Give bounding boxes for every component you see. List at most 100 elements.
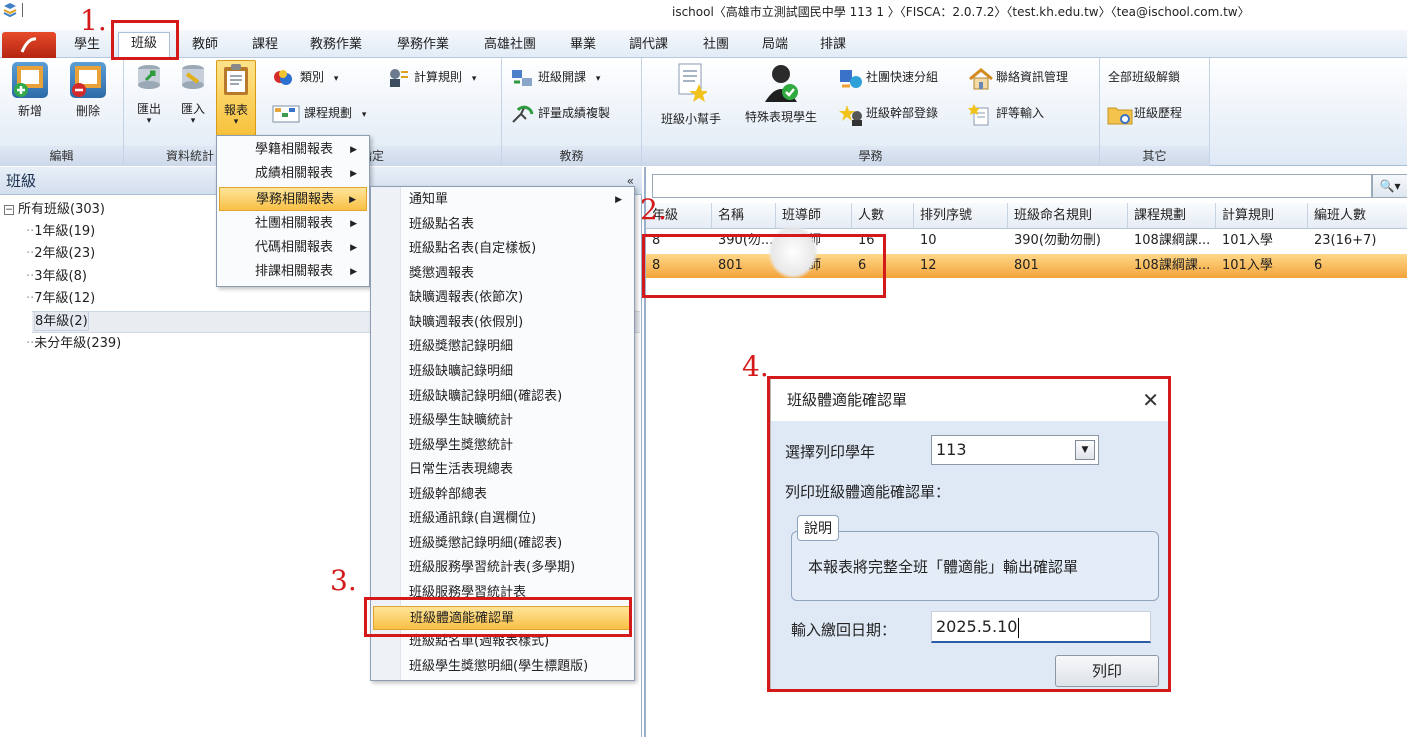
search-icon[interactable]: 🔍▾ — [1372, 174, 1407, 198]
tree-item-grade-7[interactable]: ··7年級(12) — [26, 289, 95, 309]
menu-item-cadre-summary[interactable]: 班級幹部總表 — [373, 483, 632, 507]
tab-course[interactable]: 課程 — [252, 34, 278, 56]
export-button[interactable]: 匯出 ▾ — [132, 62, 166, 126]
contact-info-mgmt-button[interactable]: 聯絡資訊管理 — [968, 66, 1068, 89]
report-button[interactable]: 報表 ▾ — [216, 60, 256, 136]
submenu-arrow-icon: ▶ — [349, 195, 356, 205]
app-menu-button[interactable] — [2, 32, 56, 58]
menu-item-daily-life[interactable]: 日常生活表現總表 — [373, 458, 632, 482]
window-title: ischool〈高雄市立測試國民中學 113 1 〉〈FISCA：2.0.7.2… — [672, 5, 1250, 19]
tab-academic-affairs[interactable]: 教務作業 — [310, 34, 362, 56]
submenu-arrow-icon: ▶ — [350, 243, 357, 253]
annotation-box-3 — [364, 597, 632, 637]
annotation-step-3: 3. — [330, 564, 357, 597]
submenu-arrow-icon: ▶ — [350, 267, 357, 277]
tree-item-grade-8[interactable]: 8年級(2) — [34, 311, 89, 331]
menu-item-roll-call[interactable]: 班級點名表 — [373, 213, 632, 237]
menu-item-affairs-reports[interactable]: 學務相關報表 ▶ — [219, 187, 367, 211]
menu-item-absence-detail-confirm[interactable]: 班級缺曠記錄明細(確認表) — [373, 385, 632, 409]
menu-item-reward-detail[interactable]: 班級獎懲記錄明細 — [373, 335, 632, 359]
import-icon — [178, 62, 208, 92]
add-button[interactable]: 新增 — [8, 62, 52, 119]
report-dropdown-menu: 學籍相關報表 ▶ 成績相關報表 ▶ 學務相關報表 ▶ 社團相關報表 ▶ 代碼相關報表 ▶ … — [216, 135, 370, 287]
grade-input-button[interactable]: 評等輸入 — [968, 102, 1044, 125]
menu-item-absence-detail[interactable]: 班級缺曠記錄明細 — [373, 360, 632, 384]
report-clipboard-icon — [221, 63, 251, 97]
class-helper-button[interactable]: 班級小幫手 — [652, 62, 730, 127]
tab-scheduling[interactable]: 排課 — [820, 34, 846, 56]
import-button[interactable]: 匯入 ▾ — [176, 62, 210, 126]
menu-item-reward-stats[interactable]: 班級學生獎懲統計 — [373, 434, 632, 458]
menu-item-service-learning-multi[interactable]: 班級服務學習統計表(多學期) — [373, 556, 632, 580]
tab-substitute[interactable]: 調代課 — [629, 34, 668, 56]
menu-item-roll-call-custom[interactable]: 班級點名表(自定樣板) — [373, 237, 632, 261]
col-count[interactable]: 人數 — [852, 203, 914, 229]
class-cadre-register-button[interactable]: 班級幹部登錄 — [838, 102, 938, 126]
calc-rule-button[interactable]: 計算規則 ▾ — [386, 66, 476, 88]
tab-bureau[interactable]: 局端 — [762, 34, 788, 56]
course-plan-button[interactable]: 課程規劃 ▾ — [272, 102, 366, 124]
col-course-plan[interactable]: 課程規劃 — [1128, 203, 1216, 229]
tab-student-affairs[interactable]: 學務作業 — [397, 34, 449, 56]
class-open-course-button[interactable]: 班級開課 ▾ — [510, 66, 600, 88]
grid-header: 年級 名稱 班導師 人數 排列序號 班級命名規則 課程規劃 計算規則 編班人數 — [646, 203, 1407, 229]
tab-club[interactable]: 社團 — [703, 34, 729, 56]
add-icon — [12, 62, 48, 98]
menu-item-absence-weekly-type[interactable]: 缺曠週報表(依假別) — [373, 311, 632, 335]
ribbon-group-title-academic: 教務 — [502, 146, 641, 166]
menu-item-absence-weekly-period[interactable]: 缺曠週報表(依節次) — [373, 286, 632, 310]
menu-item-score-reports[interactable]: 成績相關報表 ▶ — [219, 162, 367, 186]
col-calc-rule[interactable]: 計算規則 — [1216, 203, 1308, 229]
tab-graduation[interactable]: 畢業 — [570, 34, 596, 56]
title-bar: ischool〈高雄市立測試國民中學 113 1 〉〈FISCA：2.0.7.2… — [0, 0, 1407, 30]
menu-item-reward-detail-title[interactable]: 班級學生獎懲明細(學生標題版) — [373, 655, 632, 679]
class-history-icon — [1106, 104, 1133, 124]
menu-item-code-reports[interactable]: 代碼相關報表 ▶ — [219, 236, 367, 260]
menu-item-enrollment-reports[interactable]: 學籍相關報表 ▶ — [219, 138, 367, 162]
delete-button[interactable]: 刪除 — [66, 62, 110, 119]
col-sort-order[interactable]: 排列序號 — [914, 203, 1008, 229]
course-plan-icon — [272, 104, 300, 124]
annotation-box-1 — [111, 20, 179, 60]
tab-teacher[interactable]: 教師 — [192, 34, 218, 56]
tree-item-unassigned[interactable]: ··未分年級(239) — [26, 334, 121, 354]
menu-item-reward-detail-confirm[interactable]: 班級獎懲記錄明細(確認表) — [373, 532, 632, 556]
club-quick-group-button[interactable]: 社團快速分組 — [838, 66, 938, 88]
score-copy-icon — [510, 104, 534, 124]
submenu-arrow-icon: ▶ — [615, 195, 622, 205]
menu-item-absence-stats[interactable]: 班級學生缺曠統計 — [373, 409, 632, 433]
tree-root-all-classes[interactable]: − 所有班級(303) — [4, 200, 105, 220]
col-class-size[interactable]: 編班人數 — [1308, 203, 1407, 229]
house-icon — [968, 67, 993, 89]
menu-item-club-reports[interactable]: 社團相關報表 ▶ — [219, 212, 367, 236]
menu-item-notice[interactable]: 通知單 ▶ — [373, 188, 632, 212]
annotation-step-1: 1. — [80, 4, 107, 37]
category-button[interactable]: 類別 ▾ — [272, 66, 338, 88]
tree-item-grade-2[interactable]: ··2年級(23) — [26, 244, 95, 264]
submenu-arrow-icon: ▶ — [350, 145, 357, 155]
annotation-step-2: 2. — [640, 193, 667, 226]
annotation-box-2 — [642, 234, 886, 298]
class-search-input[interactable] — [652, 174, 1372, 198]
menu-item-reward-weekly[interactable]: 獎懲週報表 — [373, 262, 632, 286]
app-window: ischool〈高雄市立測試國民中學 113 1 〉〈FISCA：2.0.7.2… — [0, 0, 1407, 737]
ribbon-group-academic: 班級開課 ▾ 評量成績複製 教務 — [502, 58, 642, 166]
col-name[interactable]: 名稱 — [712, 203, 776, 229]
score-copy-button[interactable]: 評量成績複製 — [510, 102, 610, 124]
calc-rule-icon — [386, 68, 410, 88]
menu-bar: 學生 班級 教師 課程 教務作業 學務作業 高雄社團 畢業 調代課 社團 局端 … — [0, 30, 1407, 58]
tree-collapse-icon[interactable]: − — [4, 204, 14, 215]
class-helper-icon — [675, 62, 709, 102]
col-naming-rule[interactable]: 班級命名規則 — [1008, 203, 1128, 229]
tab-student[interactable]: 學生 — [74, 34, 100, 56]
tab-kh-club[interactable]: 高雄社團 — [484, 34, 536, 56]
tree-item-grade-3[interactable]: ··3年級(8) — [26, 267, 87, 287]
app-logo-icon — [2, 2, 18, 18]
category-icon — [272, 68, 296, 88]
menu-item-contact-list[interactable]: 班級通訊錄(自選欄位) — [373, 507, 632, 531]
tree-item-grade-1[interactable]: ··1年級(19) — [26, 222, 95, 242]
special-student-button[interactable]: 特殊表現學生 — [738, 62, 824, 125]
class-history-button[interactable]: 班級歷程 — [1106, 102, 1182, 124]
menu-item-scheduling-reports[interactable]: 排課相關報表 ▶ — [219, 260, 367, 284]
unlock-all-classes-button[interactable]: 全部班級解鎖 — [1108, 66, 1180, 88]
